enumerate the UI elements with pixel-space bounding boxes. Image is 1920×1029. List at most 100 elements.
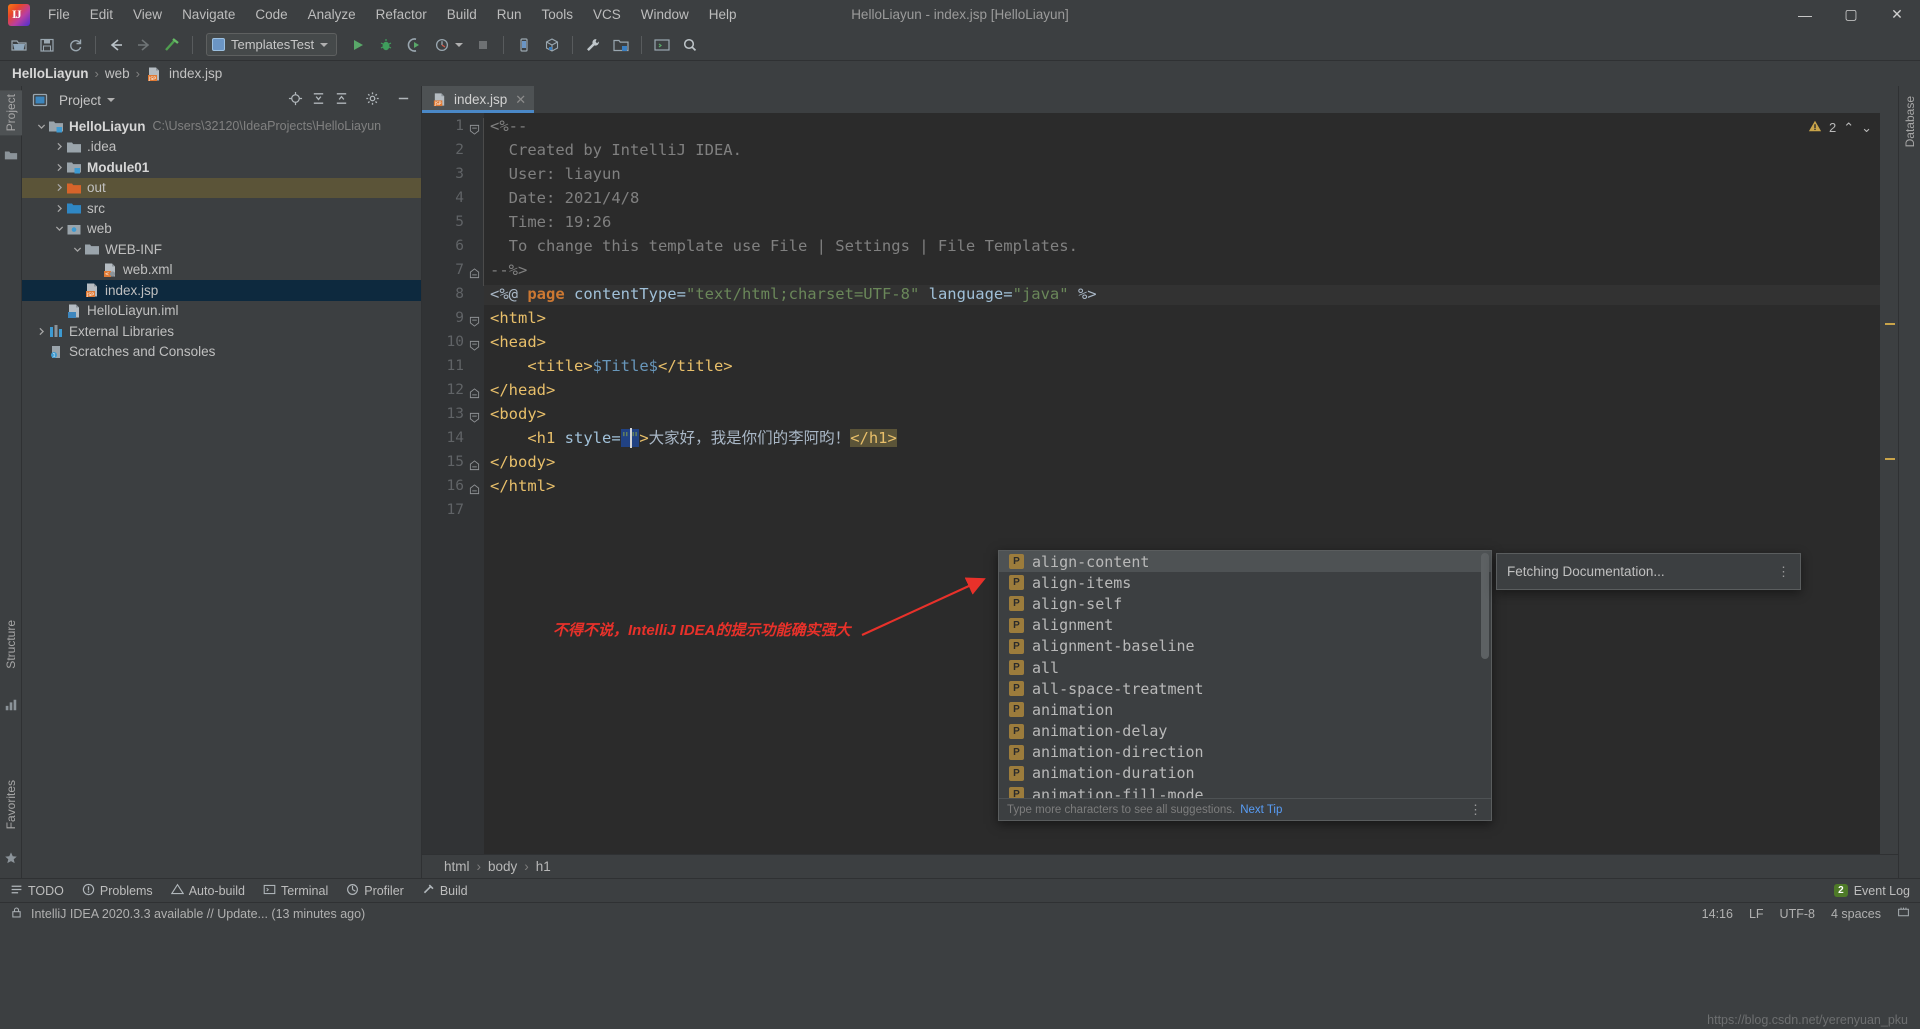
menu-tools[interactable]: Tools — [532, 3, 584, 26]
code-line-13[interactable]: <body> — [490, 404, 546, 424]
tool-window-problems[interactable]: Problems — [82, 883, 153, 899]
code-line-10[interactable]: <head> — [490, 332, 546, 352]
tree-item-web[interactable]: web — [22, 219, 421, 240]
tree-item-index-jsp[interactable]: JSP index.jsp — [22, 280, 421, 301]
tool-window-build[interactable]: Build — [422, 883, 468, 899]
memory-icon[interactable] — [1897, 906, 1910, 922]
terminal-icon[interactable] — [649, 33, 675, 57]
breadcrumb-item-web[interactable]: web — [105, 66, 130, 81]
tree-item-src[interactable]: src — [22, 198, 421, 219]
save-all-icon[interactable] — [34, 33, 60, 57]
tree-item-helloliayun-iml[interactable]: HelloLiayun.iml — [22, 301, 421, 322]
editor-marker-bar[interactable] — [1880, 113, 1898, 854]
code-line-1[interactable]: <%-- — [490, 116, 527, 136]
fold-close-icon[interactable] — [469, 387, 480, 399]
fold-open-icon[interactable] — [469, 339, 480, 351]
fold-close-icon[interactable] — [469, 267, 480, 279]
breadcrumb-item-index-jsp[interactable]: JSP index.jsp — [146, 66, 222, 82]
menu-code[interactable]: Code — [245, 3, 297, 26]
code-line-16[interactable]: </html> — [490, 476, 555, 496]
indent-setting[interactable]: 4 spaces — [1831, 907, 1881, 921]
fold-open-icon[interactable] — [469, 315, 480, 327]
next-tip-link[interactable]: Next Tip — [1240, 804, 1282, 816]
chevron-down-icon[interactable] — [34, 122, 48, 131]
inspection-widget[interactable]: 2 ⌃ ⌄ — [1808, 119, 1872, 136]
chevron-down-icon[interactable] — [52, 224, 66, 233]
autocomplete-item[interactable]: Palign-self — [999, 593, 1491, 614]
chevron-right-icon[interactable] — [52, 183, 66, 192]
menu-analyze[interactable]: Analyze — [298, 3, 366, 26]
chevron-right-icon[interactable] — [52, 204, 66, 213]
close-button[interactable]: ✕ — [1874, 0, 1920, 29]
code-line-5[interactable]: Time: 19:26 — [490, 212, 612, 232]
stop-icon[interactable] — [470, 33, 496, 57]
build-hammer-icon[interactable] — [159, 33, 185, 57]
sync-icon[interactable] — [62, 33, 88, 57]
line-separator[interactable]: LF — [1749, 907, 1764, 921]
maximize-button[interactable]: ▢ — [1828, 0, 1874, 29]
run-icon[interactable] — [345, 33, 371, 57]
menu-file[interactable]: File — [38, 3, 80, 26]
tool-window-autobuild[interactable]: Auto-build — [170, 883, 245, 899]
autocomplete-item[interactable]: Palignment — [999, 615, 1491, 636]
minimize-button[interactable]: — — [1782, 0, 1828, 29]
previous-problem-icon[interactable]: ⌃ — [1843, 120, 1854, 136]
project-chevron-down-icon[interactable] — [107, 98, 116, 102]
forward-icon[interactable] — [131, 33, 157, 57]
code-line-4[interactable]: Date: 2021/4/8 — [490, 188, 640, 208]
collapse-all-icon[interactable] — [334, 91, 349, 109]
editor-breadcrumb-body[interactable]: body — [488, 859, 517, 874]
sidebar-item-structure[interactable]: Structure — [0, 616, 22, 673]
code-line-2[interactable]: Created by IntelliJ IDEA. — [490, 140, 742, 160]
tree-item-helloliayun[interactable]: HelloLiayun C:\Users\32120\IdeaProjects\H… — [22, 116, 421, 137]
tree-item-external-libraries[interactable]: External Libraries — [22, 321, 421, 342]
menu-vcs[interactable]: VCS — [583, 3, 631, 26]
menu-view[interactable]: View — [123, 3, 172, 26]
tree-item-out[interactable]: out — [22, 177, 421, 198]
autocomplete-item[interactable]: Pall — [999, 657, 1491, 678]
status-message[interactable]: IntelliJ IDEA 2020.3.3 available // Upda… — [31, 907, 365, 921]
tree-item-idea[interactable]: .idea — [22, 137, 421, 158]
avd-icon[interactable] — [539, 33, 565, 57]
editor-breadcrumb-html[interactable]: html — [444, 859, 470, 874]
settings-gear-icon[interactable] — [365, 91, 380, 109]
breadcrumb-item-project[interactable]: HelloLiayun — [12, 66, 89, 81]
autocomplete-item[interactable]: Panimation-direction — [999, 742, 1491, 763]
chevron-right-icon[interactable] — [34, 327, 48, 336]
chevron-right-icon[interactable] — [52, 142, 66, 151]
back-icon[interactable] — [103, 33, 129, 57]
autocomplete-scrollbar[interactable] — [1481, 553, 1489, 659]
code-line-6[interactable]: To change this template use File | Setti… — [490, 236, 1078, 256]
profile-chevron-down-icon[interactable] — [455, 42, 464, 47]
run-configuration-selector[interactable]: TemplatesTest — [206, 33, 338, 56]
profile-icon[interactable] — [429, 33, 455, 57]
autocomplete-item[interactable]: Panimation-delay — [999, 721, 1491, 742]
sidebar-item-favorites[interactable]: Favorites — [0, 776, 22, 833]
locate-file-icon[interactable] — [288, 91, 303, 109]
autocomplete-item[interactable]: Panimation-duration — [999, 763, 1491, 784]
autocomplete-item[interactable]: Palign-items — [999, 572, 1491, 593]
close-icon[interactable]: ✕ — [515, 92, 526, 108]
tree-item-web-inf[interactable]: WEB-INF — [22, 239, 421, 260]
tree-item-module01[interactable]: Module01 — [22, 157, 421, 178]
file-encoding[interactable]: UTF-8 — [1780, 907, 1815, 921]
code-line-14[interactable]: <h1 style="">大家好，我是你们的李阿昀！</h1> — [490, 428, 897, 448]
code-line-15[interactable]: </body> — [490, 452, 555, 472]
warning-marker[interactable] — [1885, 323, 1895, 325]
more-options-icon[interactable]: ⋮ — [1777, 564, 1790, 580]
code-line-7[interactable]: --%> — [490, 260, 527, 280]
next-problem-icon[interactable]: ⌄ — [1861, 120, 1872, 136]
tool-window-terminal[interactable]: Terminal — [263, 883, 328, 899]
open-folder-icon[interactable] — [6, 33, 32, 57]
sidebar-item-project[interactable]: Project — [0, 90, 22, 136]
editor-tab-index-jsp[interactable]: JSP index.jsp ✕ — [422, 86, 535, 113]
menu-edit[interactable]: Edit — [80, 3, 123, 26]
autocomplete-item[interactable]: Palign-content — [999, 551, 1491, 573]
autocomplete-list[interactable]: Palign-content Palign-items Palign-self Pal… — [999, 551, 1491, 798]
code-line-8[interactable]: <%@ page contentType="text/html;charset=… — [490, 284, 1097, 304]
menu-help[interactable]: Help — [699, 3, 747, 26]
autocomplete-item[interactable]: Palignment-baseline — [999, 636, 1491, 657]
lock-icon[interactable] — [10, 906, 23, 922]
code-line-11[interactable]: <title>$Title$</title> — [490, 356, 732, 376]
debug-icon[interactable] — [373, 33, 399, 57]
